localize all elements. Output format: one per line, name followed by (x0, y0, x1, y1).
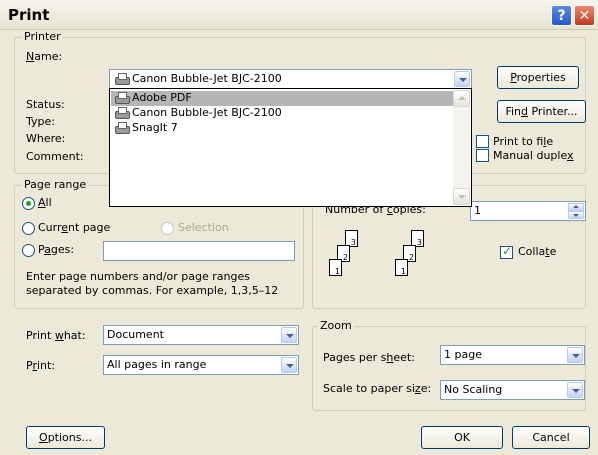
chevron-down-icon[interactable] (567, 347, 583, 363)
scale-value: No Scaling (444, 383, 503, 396)
spin-down-icon[interactable] (568, 211, 584, 219)
where-label: Where: (26, 132, 66, 145)
status-label: Status: (26, 98, 65, 111)
print-what-value: Document (107, 328, 164, 341)
printer-name-select[interactable]: Canon Bubble-Jet BJC-2100 (109, 69, 472, 89)
pages-input[interactable] (103, 241, 295, 261)
window-title: Print (8, 6, 50, 24)
page-range-hint-2: separated by commas. For example, 1,3,5–… (26, 284, 279, 297)
close-button[interactable]: ✕ (574, 5, 595, 26)
print-to-file-checkbox[interactable] (476, 135, 489, 148)
printer-name-label: Name: (26, 50, 63, 63)
zoom-legend: Zoom (318, 319, 354, 332)
all-label: All (38, 196, 52, 209)
help-icon: ? (557, 8, 566, 24)
print-what-label: Print what: (26, 329, 86, 342)
page-range-legend: Page range (22, 178, 89, 191)
copies-input[interactable]: 1 (470, 201, 586, 221)
print-label: Print: (26, 359, 56, 372)
page-range-hint-1: Enter page numbers and/or page ranges (26, 270, 250, 283)
chevron-down-icon[interactable] (454, 71, 470, 87)
cancel-button[interactable]: Cancel (512, 426, 590, 449)
find-printer-button[interactable]: Find Printer... (497, 100, 586, 123)
chevron-down-icon[interactable] (281, 327, 297, 343)
dropdown-scrollbar[interactable] (453, 90, 470, 205)
selection-label: Selection (178, 221, 229, 234)
chevron-down-icon[interactable] (567, 382, 583, 398)
type-label: Type: (26, 115, 55, 128)
printer-name-value: Canon Bubble-Jet BJC-2100 (132, 72, 282, 85)
pages-per-sheet-value: 1 page (444, 348, 482, 361)
selection-radio[interactable] (161, 222, 174, 235)
scroll-down-icon[interactable] (453, 188, 470, 205)
pages-radio[interactable] (22, 244, 35, 257)
collate-checkbox[interactable] (500, 244, 513, 259)
scale-label: Scale to paper size: (323, 382, 432, 395)
scroll-up-icon[interactable] (453, 90, 470, 107)
copies-spinner[interactable] (568, 203, 584, 219)
pages-per-sheet-select[interactable]: 1 page (440, 345, 585, 365)
help-button[interactable]: ? (551, 5, 572, 26)
print-to-file-label: Print to file (493, 135, 554, 148)
copies-value: 1 (474, 204, 481, 217)
printer-icon (114, 107, 130, 119)
properties-button[interactable]: Properties (497, 66, 579, 89)
pages-per-sheet-label: Pages per sheet: (323, 351, 415, 364)
printer-icon (114, 92, 130, 104)
printer-icon (114, 73, 130, 85)
scale-select[interactable]: No Scaling (440, 380, 585, 400)
printer-icon (114, 122, 130, 134)
manual-duplex-checkbox[interactable] (476, 149, 489, 162)
close-icon: ✕ (578, 8, 591, 24)
ok-button[interactable]: OK (421, 426, 503, 449)
collate-page: 1 (329, 259, 342, 276)
print-value: All pages in range (107, 358, 207, 371)
current-page-label: Current page (38, 221, 111, 234)
comment-label: Comment: (26, 150, 84, 163)
chevron-down-icon[interactable] (281, 357, 297, 373)
print-what-select[interactable]: Document (103, 325, 299, 345)
options-button[interactable]: Options... (26, 426, 105, 449)
printer-legend: Printer (22, 30, 63, 43)
printer-dropdown-list: Adobe PDF Canon Bubble-Jet BJC-2100 Snag… (109, 88, 472, 207)
printer-option[interactable]: Adobe PDF (111, 91, 453, 106)
printer-option[interactable]: SnagIt 7 (111, 121, 453, 136)
printer-option[interactable]: Canon Bubble-Jet BJC-2100 (111, 106, 453, 121)
title-bar: Print ? ✕ (0, 0, 598, 30)
print-select[interactable]: All pages in range (103, 355, 299, 375)
pages-label: Pages: (38, 243, 75, 256)
collate-label: Collate (518, 245, 557, 258)
collate-page: 1 (395, 259, 408, 276)
manual-duplex-label: Manual duplex (493, 149, 574, 162)
spin-up-icon[interactable] (568, 203, 584, 211)
current-page-radio[interactable] (22, 222, 35, 235)
all-radio[interactable] (22, 197, 35, 210)
